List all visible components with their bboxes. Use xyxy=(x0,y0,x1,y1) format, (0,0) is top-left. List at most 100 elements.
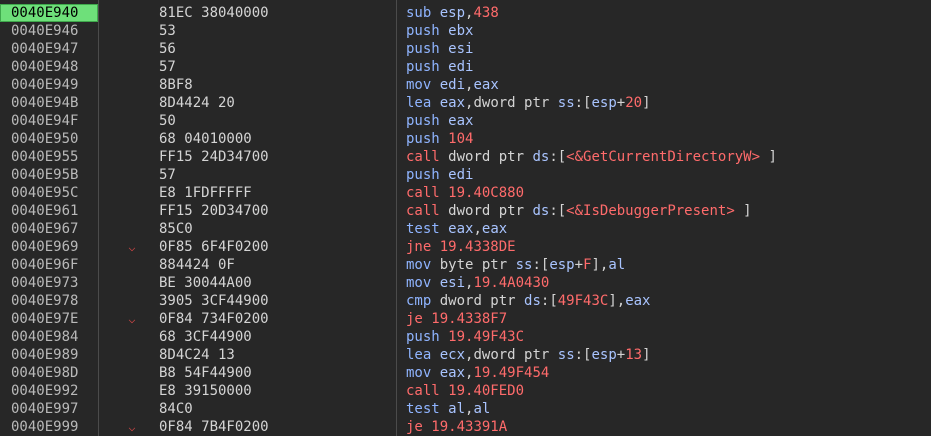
disasm-row[interactable]: 0040E94B 8D4424 20 lea eax,dword ptr ss:[e… xyxy=(0,94,931,112)
bytes-cell[interactable]: 57 xyxy=(159,166,176,184)
bytes-cell[interactable]: FF15 24D34700 xyxy=(159,148,269,166)
address-cell[interactable]: 0040E946 xyxy=(0,22,98,40)
address-cell[interactable]: 0040E992 xyxy=(0,382,98,400)
instruction-cell[interactable]: push 104 xyxy=(406,130,473,148)
bytes-cell[interactable]: 8D4C24 13 xyxy=(159,346,235,364)
disasm-row[interactable]: 0040E997 84C0 test al,al xyxy=(0,400,931,418)
instruction-cell[interactable]: push 19.49F43C xyxy=(406,328,524,346)
address-cell[interactable]: 0040E940 xyxy=(0,4,98,22)
address-cell[interactable]: 0040E96F xyxy=(0,256,98,274)
bytes-cell[interactable]: 68 3CF44900 xyxy=(159,328,252,346)
disasm-row[interactable]: 0040E95C E8 1FDFFFFF call 19.40C880 xyxy=(0,184,931,202)
address-cell[interactable]: 0040E97E xyxy=(0,310,98,328)
bytes-cell[interactable]: E8 1FDFFFFF xyxy=(159,184,252,202)
address-cell[interactable]: 0040E949 xyxy=(0,76,98,94)
instruction-cell[interactable]: jne 19.4338DE xyxy=(406,238,516,256)
instruction-cell[interactable]: call 19.40FED0 xyxy=(406,382,524,400)
instruction-cell[interactable]: test eax,eax xyxy=(406,220,507,238)
instruction-token: mov xyxy=(406,257,432,273)
disasm-row[interactable]: 0040E97E ⌵ 0F84 734F0200 je 19.4338F7 xyxy=(0,310,931,328)
bytes-cell[interactable]: 8BF8 xyxy=(159,76,193,94)
disasm-row[interactable]: 0040E999 ⌵ 0F84 7B4F0200 je 19.43391A xyxy=(0,418,931,436)
instruction-cell[interactable]: push eax xyxy=(406,112,473,130)
bytes-cell[interactable]: 85C0 xyxy=(159,220,193,238)
instruction-token: je xyxy=(406,311,423,327)
disasm-row[interactable]: 0040E978 3905 3CF44900 cmp dword ptr ds:[4… xyxy=(0,292,931,310)
bytes-cell[interactable]: 3905 3CF44900 xyxy=(159,292,269,310)
disasm-row[interactable]: 0040E961 FF15 20D34700 call dword ptr ds:[… xyxy=(0,202,931,220)
address-cell[interactable]: 0040E94F xyxy=(0,112,98,130)
address-cell[interactable]: 0040E989 xyxy=(0,346,98,364)
bytes-cell[interactable]: B8 54F44900 xyxy=(159,364,252,382)
disasm-row[interactable]: 0040E946 53 push ebx xyxy=(0,22,931,40)
disasm-row[interactable]: 0040E967 85C0 test eax,eax xyxy=(0,220,931,238)
address-cell[interactable]: 0040E997 xyxy=(0,400,98,418)
bytes-cell[interactable]: 84C0 xyxy=(159,400,193,418)
instruction-cell[interactable]: sub esp,438 xyxy=(406,4,499,22)
address-cell[interactable]: 0040E98D xyxy=(0,364,98,382)
address-cell[interactable]: 0040E94B xyxy=(0,94,98,112)
address-cell[interactable]: 0040E955 xyxy=(0,148,98,166)
address-cell[interactable]: 0040E969 xyxy=(0,238,98,256)
disasm-row[interactable]: 0040E989 8D4C24 13 lea ecx,dword ptr ss:[e… xyxy=(0,346,931,364)
disasm-row[interactable]: 0040E955 FF15 24D34700 call dword ptr ds:[… xyxy=(0,148,931,166)
bytes-cell[interactable]: FF15 20D34700 xyxy=(159,202,269,220)
instruction-cell[interactable]: mov eax,19.49F454 xyxy=(406,364,549,382)
disasm-row[interactable]: 0040E96F 884424 0F mov byte ptr ss:[esp+F]… xyxy=(0,256,931,274)
address-cell[interactable]: 0040E95C xyxy=(0,184,98,202)
instruction-cell[interactable]: mov esi,19.4A0430 xyxy=(406,274,549,292)
disasm-row[interactable]: 0040E940 81EC 38040000 sub esp,438 xyxy=(0,4,931,22)
instruction-cell[interactable]: mov byte ptr ss:[esp+F],al xyxy=(406,256,625,274)
bytes-cell[interactable]: 0F84 7B4F0200 xyxy=(159,418,269,436)
instruction-cell[interactable]: lea ecx,dword ptr ss:[esp+13] xyxy=(406,346,651,364)
disasm-row[interactable]: 0040E992 E8 39150000 call 19.40FED0 xyxy=(0,382,931,400)
instruction-cell[interactable]: push esi xyxy=(406,40,473,58)
bytes-cell[interactable]: 56 xyxy=(159,40,176,58)
instruction-cell[interactable]: call dword ptr ds:[<&GetCurrentDirectory… xyxy=(406,148,777,166)
bytes-cell[interactable]: 68 04010000 xyxy=(159,130,252,148)
address-cell[interactable]: 0040E973 xyxy=(0,274,98,292)
disasm-row[interactable]: 0040E950 68 04010000 push 104 xyxy=(0,130,931,148)
bytes-cell[interactable]: 8D4424 20 xyxy=(159,94,235,112)
instruction-cell[interactable]: test al,al xyxy=(406,400,490,418)
disasm-row[interactable]: 0040E947 56 push esi xyxy=(0,40,931,58)
disasm-row[interactable]: 0040E948 57 push edi xyxy=(0,58,931,76)
bytes-cell[interactable]: 57 xyxy=(159,58,176,76)
disassembly-view[interactable]: 0040E940 81EC 38040000 sub esp,438 0040E946… xyxy=(0,0,931,436)
instruction-cell[interactable]: push edi xyxy=(406,166,473,184)
instruction-cell[interactable]: push ebx xyxy=(406,22,473,40)
disasm-row[interactable]: 0040E94F 50 push eax xyxy=(0,112,931,130)
instruction-token: ] xyxy=(760,149,777,165)
disasm-row[interactable]: 0040E949 8BF8 mov edi,eax xyxy=(0,76,931,94)
instruction-cell[interactable]: cmp dword ptr ds:[49F43C],eax xyxy=(406,292,650,310)
address-cell[interactable]: 0040E950 xyxy=(0,130,98,148)
address-cell[interactable]: 0040E967 xyxy=(0,220,98,238)
bytes-cell[interactable]: 50 xyxy=(159,112,176,130)
address-cell[interactable]: 0040E95B xyxy=(0,166,98,184)
instruction-cell[interactable]: je 19.4338F7 xyxy=(406,310,507,328)
instruction-cell[interactable]: call 19.40C880 xyxy=(406,184,524,202)
disasm-row[interactable]: 0040E969 ⌵ 0F85 6F4F0200 jne 19.4338DE xyxy=(0,238,931,256)
bytes-cell[interactable]: BE 30044A00 xyxy=(159,274,252,292)
bytes-cell[interactable]: 53 xyxy=(159,22,176,40)
address-cell[interactable]: 0040E948 xyxy=(0,58,98,76)
disasm-row[interactable]: 0040E973 BE 30044A00 mov esi,19.4A0430 xyxy=(0,274,931,292)
disasm-row[interactable]: 0040E95B 57 push edi xyxy=(0,166,931,184)
address-cell[interactable]: 0040E961 xyxy=(0,202,98,220)
bytes-cell[interactable]: 0F84 734F0200 xyxy=(159,310,269,328)
address-cell[interactable]: 0040E999 xyxy=(0,418,98,436)
bytes-cell[interactable]: E8 39150000 xyxy=(159,382,252,400)
instruction-cell[interactable]: push edi xyxy=(406,58,473,76)
instruction-cell[interactable]: je 19.43391A xyxy=(406,418,507,436)
bytes-cell[interactable]: 81EC 38040000 xyxy=(159,4,269,22)
disasm-row[interactable]: 0040E98D B8 54F44900 mov eax,19.49F454 xyxy=(0,364,931,382)
instruction-cell[interactable]: lea eax,dword ptr ss:[esp+20] xyxy=(406,94,651,112)
instruction-cell[interactable]: call dword ptr ds:[<&IsDebuggerPresent> … xyxy=(406,202,752,220)
bytes-cell[interactable]: 884424 0F xyxy=(159,256,235,274)
disasm-row[interactable]: 0040E984 68 3CF44900 push 19.49F43C xyxy=(0,328,931,346)
instruction-cell[interactable]: mov edi,eax xyxy=(406,76,499,94)
bytes-cell[interactable]: 0F85 6F4F0200 xyxy=(159,238,269,256)
address-cell[interactable]: 0040E984 xyxy=(0,328,98,346)
address-cell[interactable]: 0040E947 xyxy=(0,40,98,58)
address-cell[interactable]: 0040E978 xyxy=(0,292,98,310)
